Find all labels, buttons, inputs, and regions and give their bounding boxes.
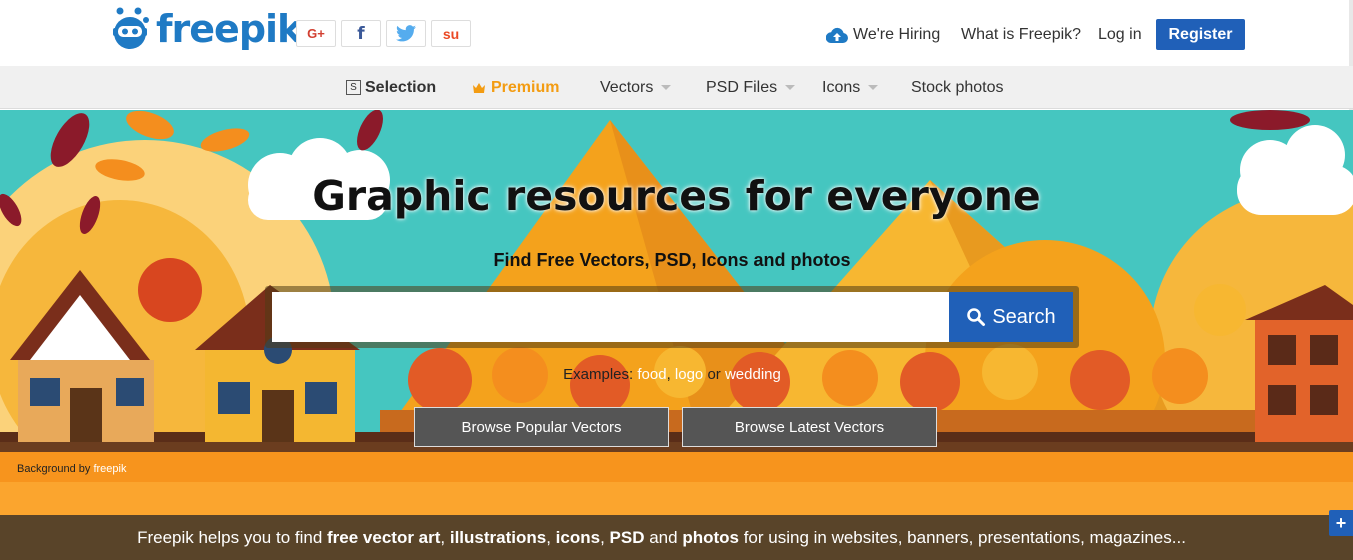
info-text-10: for using in websites, banners, presenta… <box>738 527 1186 547</box>
search-input[interactable] <box>272 292 949 342</box>
we-are-hiring-link[interactable]: We're Hiring <box>826 20 940 50</box>
plus-icon[interactable]: + <box>1329 510 1353 536</box>
chevron-down-icon <box>785 85 796 90</box>
examples-or: or <box>707 366 721 383</box>
nav-psd-label: PSD Files <box>706 78 778 96</box>
info-text-psd: PSD <box>609 527 645 547</box>
nav-selection[interactable]: S Selection <box>346 66 436 109</box>
example-link-food[interactable]: food <box>637 366 666 383</box>
selection-icon: S <box>346 80 361 95</box>
search-button[interactable]: Search <box>949 292 1073 342</box>
background-credit: Background by freepik <box>17 463 126 475</box>
nav-vectors-label: Vectors <box>600 78 654 96</box>
crown-icon <box>473 82 485 93</box>
nav-icons[interactable]: Icons <box>822 66 879 109</box>
info-bar: Freepik helps you to find free vector ar… <box>0 515 1353 560</box>
search-examples: Examples: food, logo or wedding <box>0 366 1344 383</box>
nav-premium[interactable]: Premium <box>472 66 559 109</box>
facebook-icon: f <box>357 23 365 44</box>
example-link-logo[interactable]: logo <box>675 366 703 383</box>
hiring-label: We're Hiring <box>853 26 941 43</box>
search-bar: Search <box>265 286 1079 348</box>
nav-psd-files[interactable]: PSD Files <box>706 66 796 109</box>
credit-prefix: Background by <box>17 463 91 475</box>
brand-name: freepik <box>156 7 302 51</box>
google-plus-share-button[interactable]: G+ <box>296 20 336 47</box>
nav-premium-label: Premium <box>491 78 560 96</box>
info-text-4: , <box>546 527 556 547</box>
what-is-freepik-link[interactable]: What is Freepik? <box>961 20 1081 50</box>
info-text-0: Freepik helps you to find <box>137 527 328 547</box>
credit-freepik-link[interactable]: freepik <box>93 463 126 475</box>
browse-popular-vectors-button[interactable]: Browse Popular Vectors <box>414 407 669 447</box>
examples-prefix: Examples: <box>563 366 634 383</box>
info-text-6: , <box>600 527 610 547</box>
stumbleupon-icon: su <box>442 25 460 42</box>
info-text-free-vector-art: free vector art <box>327 527 441 547</box>
info-text-8: and <box>644 527 683 547</box>
examples-separator: , <box>666 366 671 383</box>
browse-latest-vectors-button[interactable]: Browse Latest Vectors <box>682 407 937 447</box>
info-text-icons: icons <box>555 527 601 547</box>
hero-title: Graphic resources for everyone <box>312 172 1041 220</box>
nav-vectors[interactable]: Vectors <box>600 66 672 109</box>
freepik-robot-icon <box>113 7 149 49</box>
info-text-photos: photos <box>682 527 739 547</box>
facebook-share-button[interactable]: f <box>341 20 381 47</box>
nav-stock-photos[interactable]: Stock photos <box>911 66 1004 109</box>
info-text-2: , <box>440 527 450 547</box>
nav-stock-label: Stock photos <box>911 78 1004 96</box>
cloud-upload-icon <box>826 27 848 43</box>
google-plus-icon: G+ <box>307 26 325 41</box>
example-link-wedding[interactable]: wedding <box>725 366 781 383</box>
search-icon <box>967 308 986 326</box>
chevron-down-icon <box>661 85 672 90</box>
category-nav: S Selection Premium Vectors PSD Files Ic… <box>0 66 1353 109</box>
search-button-label: Search <box>992 305 1056 328</box>
header: freepik G+ f su We're Hiring What is Fre… <box>0 0 1353 66</box>
nav-icons-label: Icons <box>822 78 861 96</box>
stumbleupon-share-button[interactable]: su <box>431 20 471 47</box>
hero-section: Graphic resources for everyone Find Free… <box>0 110 1353 560</box>
hero-subtitle: Find Free Vectors, PSD, Icons and photos <box>493 250 851 270</box>
freepik-logo[interactable]: freepik <box>108 6 302 52</box>
register-button[interactable]: Register <box>1156 19 1245 50</box>
info-text-illustrations: illustrations <box>449 527 547 547</box>
twitter-icon <box>396 25 416 42</box>
twitter-share-button[interactable] <box>386 20 426 47</box>
login-link[interactable]: Log in <box>1098 20 1142 50</box>
nav-selection-label: Selection <box>365 78 437 96</box>
chevron-down-icon <box>868 85 879 90</box>
